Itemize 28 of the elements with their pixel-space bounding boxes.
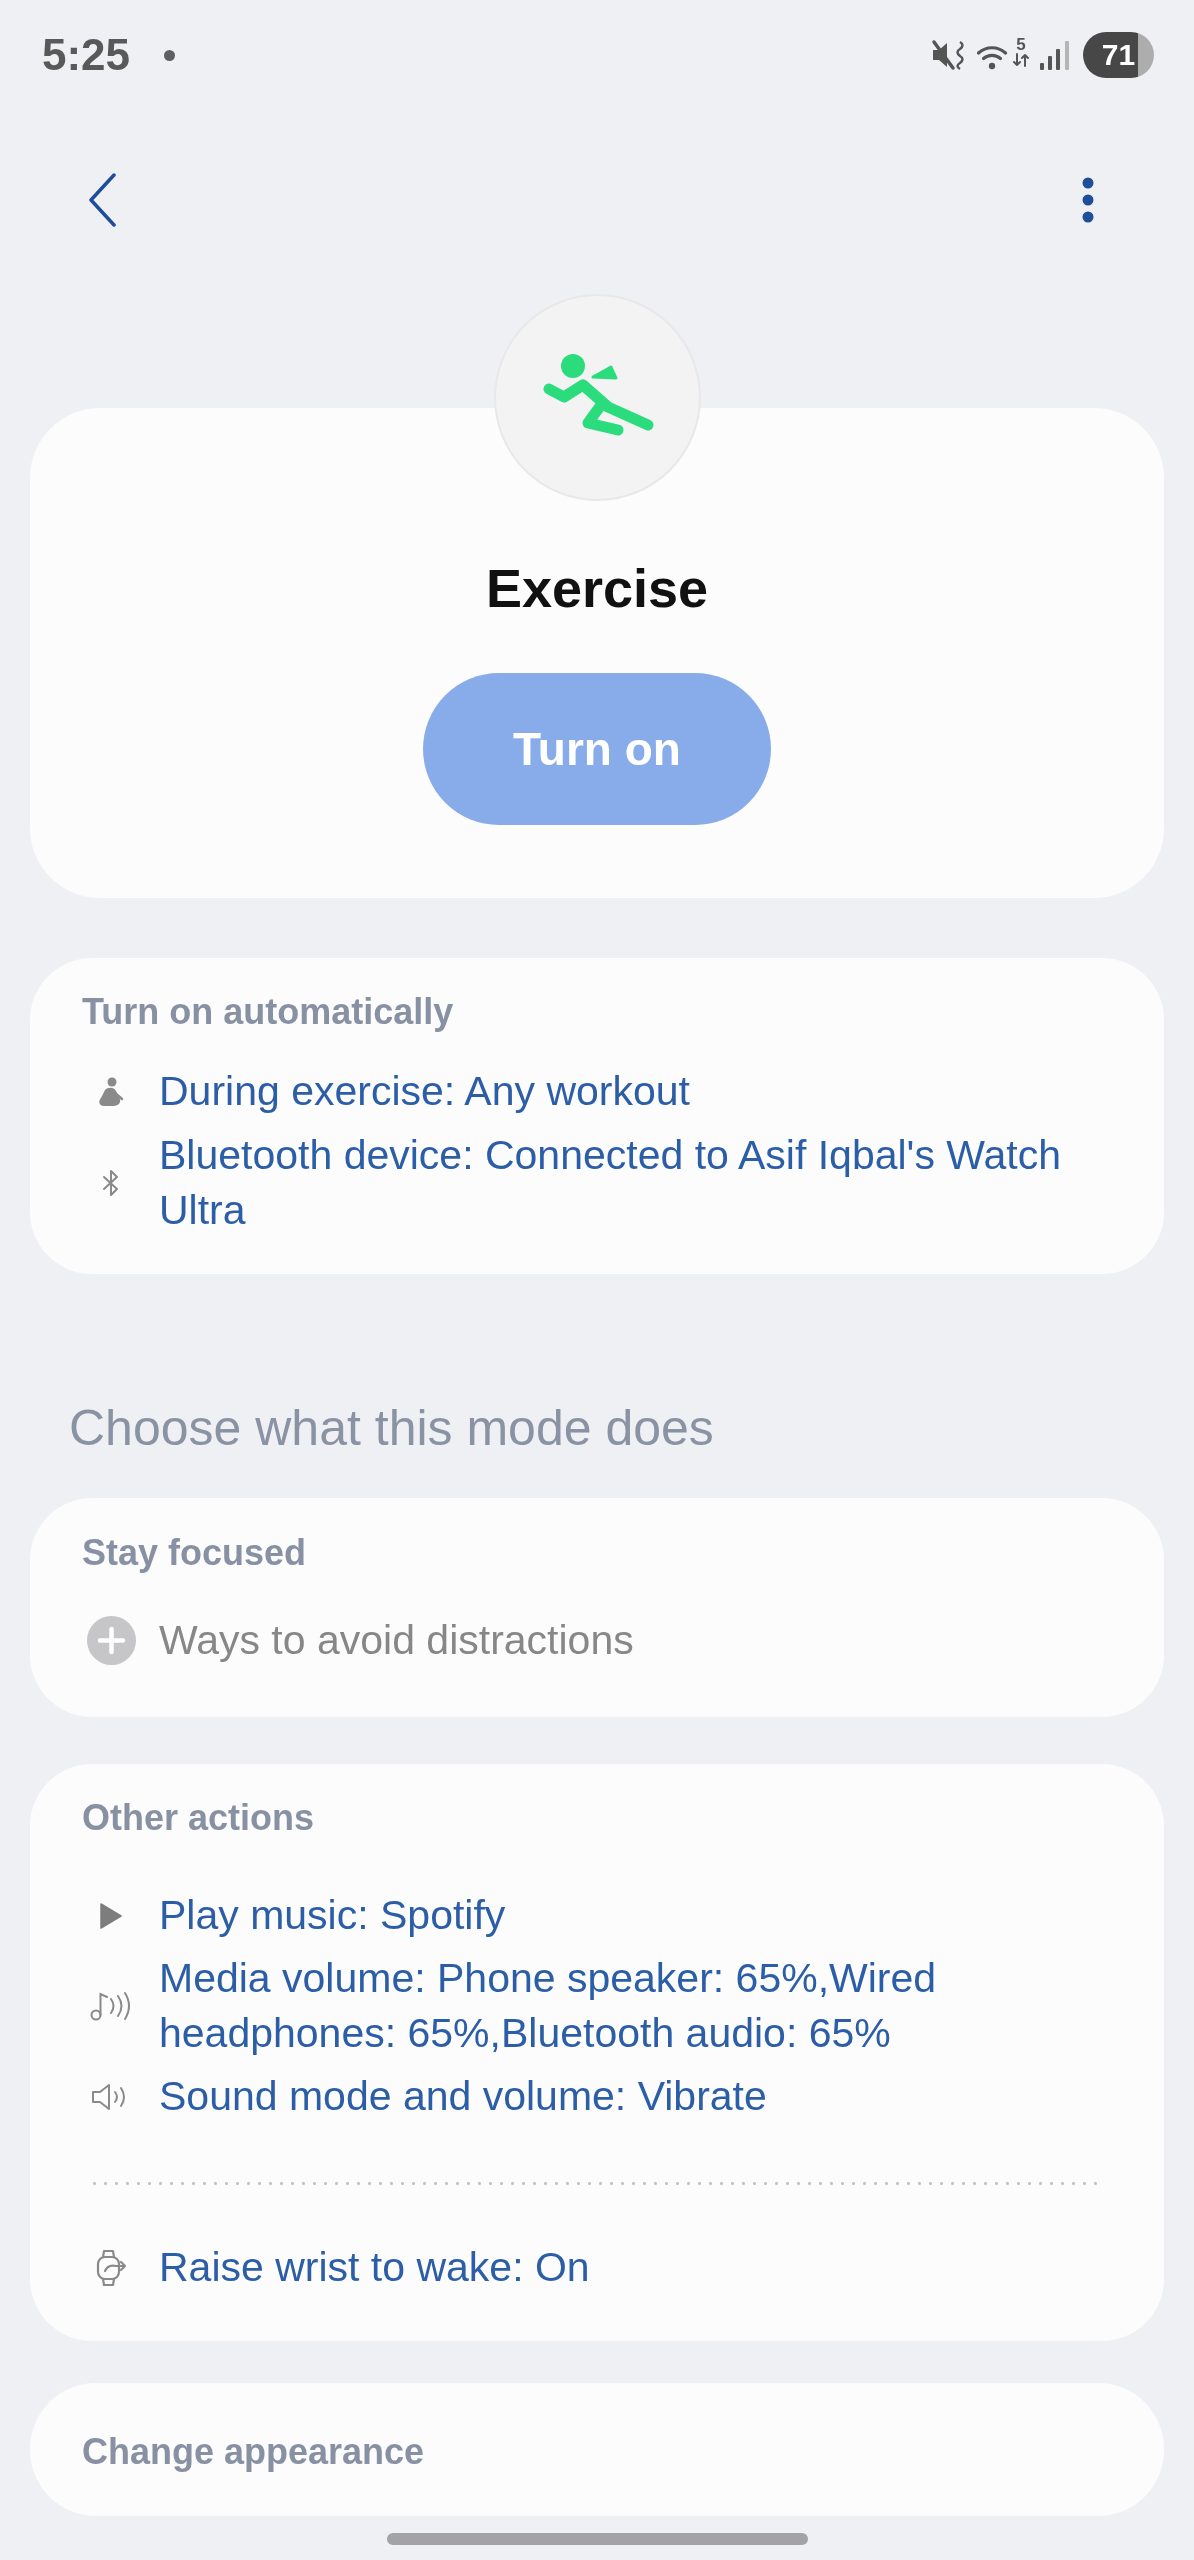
more-options-icon[interactable] (1082, 177, 1094, 223)
mode-title: Exercise (485, 557, 709, 620)
signal-icon (1039, 40, 1071, 70)
data-arrows-icon (1013, 53, 1029, 67)
setting-link[interactable]: Bluetooth device: Connected to Asif Iqbal's Watch Ultra (159, 1128, 1112, 1238)
person-icon (98, 1076, 124, 1107)
add-action-link[interactable]: Ways to avoid distractions (159, 1613, 1112, 1668)
plus-circle-icon (86, 1616, 136, 1665)
music-note-icon (89, 1990, 133, 2022)
notification-dot-icon (164, 49, 176, 61)
setting-link[interactable]: Raise wrist to wake: On (159, 2240, 1112, 2295)
battery-indicator: 71 (1083, 32, 1154, 78)
card-title: Turn on automatically (82, 990, 455, 1034)
setting-link[interactable]: During exercise: Any workout (159, 1064, 1112, 1119)
bluetooth-icon (102, 1169, 120, 1197)
setting-link[interactable]: Play music: Spotify (159, 1888, 1112, 1943)
muted-speaker-icon (931, 39, 967, 71)
watch-icon (94, 2248, 128, 2287)
card-title: Change appearance (82, 2430, 426, 2474)
card-title: Stay focused (82, 1531, 308, 1575)
back-icon[interactable] (88, 173, 116, 227)
section-title: Choose what this mode does (69, 1399, 715, 1457)
setting-link[interactable]: Sound mode and volume: Vibrate (159, 2069, 1112, 2124)
wifi-band-label: 5 (1016, 37, 1026, 53)
setting-link[interactable]: Media volume: Phone speaker: 65%,Wired headphones: 65%,Bluetooth audio: 65% (159, 1951, 1112, 2061)
status-time: 5:25 (42, 33, 131, 77)
play-icon (100, 1902, 122, 1929)
card-title: Other actions (82, 1796, 316, 1840)
